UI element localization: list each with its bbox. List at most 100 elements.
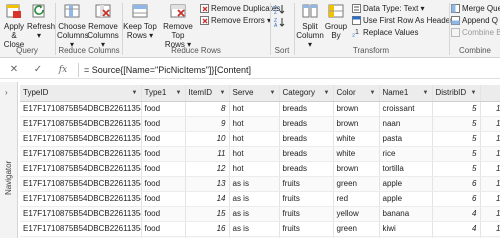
table-cell[interactable]: food — [141, 101, 186, 117]
table-cell[interactable]: lemon — [379, 236, 433, 238]
table-cell[interactable]: 12 — [185, 161, 230, 177]
table-cell[interactable]: brown — [333, 101, 380, 117]
column-header[interactable] — [480, 85, 500, 102]
table-cell[interactable]: E17F1710875B54DBCB2261135485C7 — [20, 131, 142, 147]
table-cell[interactable]: E17F1710875B54DBCB2261135485C7 — [20, 236, 142, 238]
table-cell[interactable]: E17F1710875B54DBCB2261135485C7 — [20, 161, 142, 177]
expand-navigator-icon[interactable]: › — [5, 88, 8, 97]
table-cell[interactable]: breads — [279, 116, 334, 132]
refresh-button[interactable]: Refresh ▾ — [27, 2, 55, 40]
table-cell[interactable]: food — [141, 221, 186, 237]
replace-values-button[interactable]: ₂ 1 Replace Values — [352, 27, 418, 38]
table-cell[interactable]: hot — [229, 101, 280, 117]
table-cell[interactable]: white — [333, 146, 380, 162]
table-cell[interactable]: apple — [379, 176, 433, 192]
remove-errors-button[interactable]: Remove Errors ▾ — [200, 15, 271, 26]
table-cell[interactable]: breads — [279, 131, 334, 147]
remove-columns-button[interactable]: Remove Columns ▾ — [87, 2, 119, 49]
table-cell[interactable]: food — [141, 236, 186, 238]
table-row[interactable]: E17F1710875B54DBCB2261135485C7food11hotb… — [20, 146, 500, 162]
table-cell[interactable]: E17F1710875B54DBCB2261135485C7 — [20, 206, 142, 222]
table-cell[interactable]: 5 — [432, 116, 481, 132]
column-header[interactable]: Category ▼ — [279, 85, 334, 102]
combine-binaries-button[interactable]: Combine Bi — [451, 27, 500, 38]
table-cell[interactable]: 1 — [480, 101, 500, 117]
table-cell[interactable]: 17 — [185, 236, 230, 238]
table-cell[interactable]: breads — [279, 101, 334, 117]
column-header[interactable]: TypeID ▼ — [20, 85, 142, 102]
apply-close-button[interactable]: Apply & Close — [1, 2, 27, 49]
table-cell[interactable]: as is — [229, 191, 280, 207]
table-cell[interactable]: 1 — [480, 131, 500, 147]
column-filter-icon[interactable]: ▼ — [220, 90, 226, 96]
table-cell[interactable]: 4 — [432, 206, 481, 222]
table-cell[interactable]: as is — [229, 206, 280, 222]
table-cell[interactable]: E17F1710875B54DBCB2261135485C7 — [20, 221, 142, 237]
table-cell[interactable]: 1 — [480, 161, 500, 177]
keep-top-rows-button[interactable]: Keep Top Rows ▾ — [123, 2, 157, 40]
table-cell[interactable]: 13 — [185, 176, 230, 192]
table-cell[interactable]: fruits — [279, 191, 334, 207]
table-row[interactable]: E17F1710875B54DBCB2261135485C7food13as i… — [20, 176, 500, 192]
table-cell[interactable]: kiwi — [379, 221, 433, 237]
table-cell[interactable]: 9 — [185, 116, 230, 132]
split-column-button[interactable]: Split Column ▾ — [296, 2, 324, 49]
table-cell[interactable]: brown — [333, 161, 380, 177]
use-first-row-button[interactable]: Use First Row As Headers — [352, 15, 457, 26]
table-cell[interactable]: croissant — [379, 101, 433, 117]
column-filter-icon[interactable]: ▼ — [132, 90, 138, 96]
table-cell[interactable]: 1 — [480, 236, 500, 238]
table-cell[interactable]: food — [141, 116, 186, 132]
sort-descending-button[interactable]: Z A — [274, 16, 287, 27]
table-cell[interactable]: pasta — [379, 131, 433, 147]
table-cell[interactable]: E17F1710875B54DBCB2261135485C7 — [20, 176, 142, 192]
table-cell[interactable]: food — [141, 131, 186, 147]
table-cell[interactable]: hot — [229, 161, 280, 177]
table-cell[interactable]: breads — [279, 146, 334, 162]
column-header[interactable]: Name1 ▼ — [379, 85, 433, 102]
table-cell[interactable]: green — [333, 221, 380, 237]
table-cell[interactable]: naan — [379, 116, 433, 132]
column-filter-icon[interactable]: ▼ — [370, 90, 376, 96]
table-cell[interactable]: fruits — [279, 176, 334, 192]
table-cell[interactable]: 15 — [185, 206, 230, 222]
table-cell[interactable]: fruits — [279, 206, 334, 222]
table-cell[interactable]: 1 — [480, 116, 500, 132]
group-by-button[interactable]: Group By — [324, 2, 348, 40]
table-cell[interactable]: 4 — [432, 236, 481, 238]
table-cell[interactable]: yellow — [333, 206, 380, 222]
table-row[interactable]: E17F1710875B54DBCB2261135485C7food14as i… — [20, 191, 500, 207]
fx-icon[interactable]: fx — [55, 63, 71, 77]
data-type-dropdown[interactable]: Data Type: Text ▾ — [352, 3, 425, 14]
table-cell[interactable]: as is — [229, 221, 280, 237]
remove-duplicates-button[interactable]: Remove Duplicates — [200, 3, 280, 14]
table-cell[interactable]: fruits — [279, 221, 334, 237]
table-cell[interactable]: white — [333, 131, 380, 147]
table-cell[interactable]: food — [141, 191, 186, 207]
table-cell[interactable]: hot — [229, 131, 280, 147]
table-cell[interactable]: 5 — [432, 146, 481, 162]
column-header[interactable]: DistribID ▼ — [432, 85, 481, 102]
table-row[interactable]: E17F1710875B54DBCB2261135485C7food8hotbr… — [20, 101, 500, 117]
formula-input[interactable]: = Source{[Name="PicNicItems"]}[Content] — [84, 61, 251, 79]
column-filter-icon[interactable]: ▼ — [270, 90, 276, 96]
table-cell[interactable]: brown — [333, 116, 380, 132]
table-cell[interactable]: 1 — [480, 221, 500, 237]
table-cell[interactable]: rice — [379, 146, 433, 162]
table-cell[interactable]: 14 — [185, 191, 230, 207]
table-cell[interactable]: E17F1710875B54DBCB2261135485C7 — [20, 101, 142, 117]
column-header[interactable]: Type1 ▼ — [141, 85, 186, 102]
choose-columns-button[interactable]: Choose Columns ▾ — [57, 2, 89, 49]
table-cell[interactable]: 6 — [432, 176, 481, 192]
table-cell[interactable]: hot — [229, 116, 280, 132]
table-cell[interactable]: as is — [229, 236, 280, 238]
table-cell[interactable]: green — [333, 176, 380, 192]
merge-queries-button[interactable]: Merge Que — [451, 3, 500, 14]
navigator-pane[interactable]: › Navigator — [0, 82, 18, 238]
table-cell[interactable]: 11 — [185, 146, 230, 162]
table-cell[interactable]: food — [141, 146, 186, 162]
table-cell[interactable]: 6 — [432, 191, 481, 207]
table-cell[interactable]: E17F1710875B54DBCB2261135485C7 — [20, 191, 142, 207]
column-filter-icon[interactable]: ▼ — [423, 90, 429, 96]
table-row[interactable]: E17F1710875B54DBCB2261135485C7food10hotb… — [20, 131, 500, 147]
